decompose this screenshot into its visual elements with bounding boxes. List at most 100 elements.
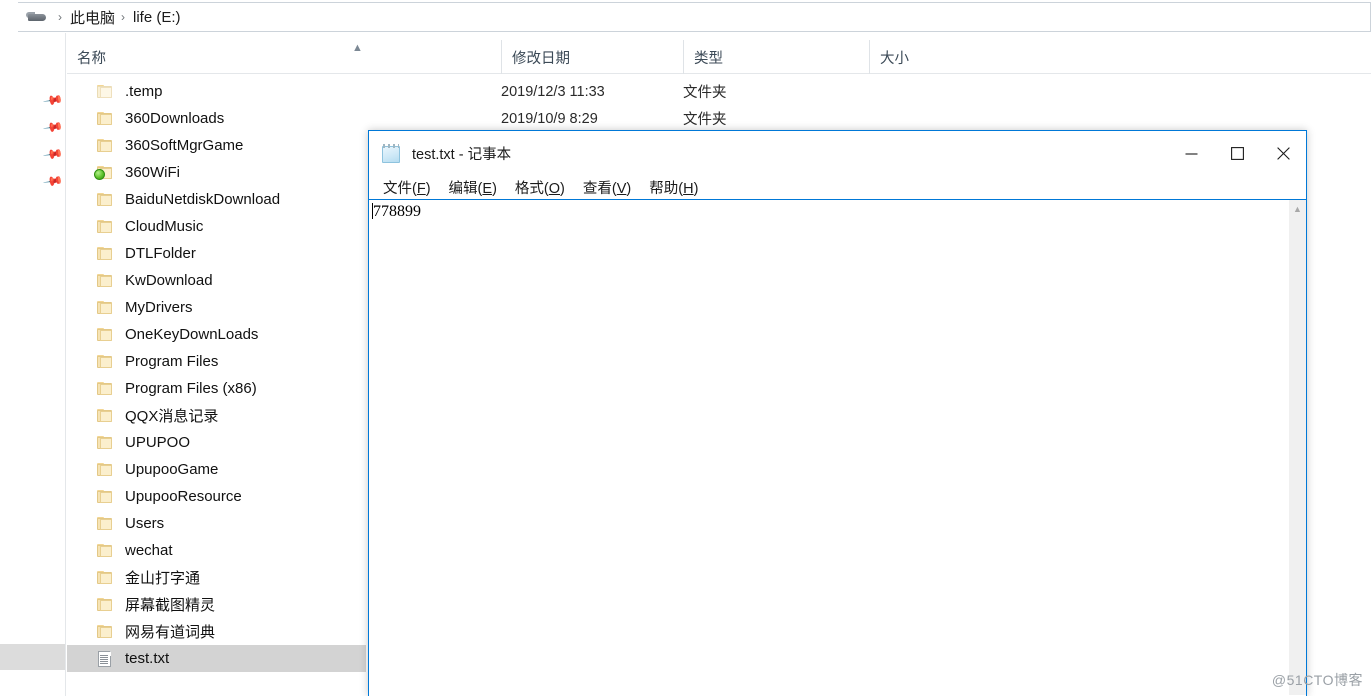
text-file-icon	[97, 650, 114, 667]
notepad-menu-bar[interactable]: 文件(F) 编辑(E) 格式(O) 查看(V) 帮助(H)	[369, 176, 1306, 200]
file-row[interactable]: 360Downloads 2019/10/9 8:29 文件夹	[67, 105, 1371, 132]
folder-icon	[97, 111, 114, 127]
file-name: UpupooGame	[125, 461, 219, 478]
column-header-name-label: 名称	[77, 50, 106, 67]
breadcrumb-separator-1: ›	[121, 10, 126, 24]
folder-icon	[97, 570, 114, 586]
notepad-title-bar[interactable]: test.txt - 记事本	[369, 131, 1306, 176]
folder-icon	[97, 516, 114, 532]
menu-item-h[interactable]: 帮助(H)	[640, 177, 707, 198]
close-button[interactable]	[1260, 131, 1306, 176]
file-name: KwDownload	[125, 272, 213, 289]
file-date-modified: 2019/12/3 11:33	[501, 83, 605, 100]
menu-item-accel: (E)	[477, 181, 497, 197]
menu-item-accel-key: V	[616, 181, 627, 197]
breadcrumb-separator-0: ›	[58, 10, 62, 24]
breadcrumb-item-life-e[interactable]: life (E:)	[133, 9, 181, 26]
chevron-up-icon[interactable]: ▲	[1289, 204, 1306, 214]
folder-icon	[97, 435, 114, 451]
menu-item-label: 文件	[383, 181, 412, 197]
file-name: MyDrivers	[125, 299, 193, 316]
notepad-icon	[381, 143, 402, 164]
file-date-modified: 2019/10/9 8:29	[501, 110, 598, 127]
file-name: OneKeyDownLoads	[125, 326, 259, 343]
file-name: BaiduNetdiskDownload	[125, 191, 281, 208]
file-name: DTLFolder	[125, 245, 196, 262]
file-name: 360Downloads	[125, 110, 225, 127]
file-name: Program Files (x86)	[125, 380, 257, 397]
column-header-date-modified-label: 修改日期	[512, 50, 570, 67]
folder-icon	[97, 381, 114, 397]
menu-item-o[interactable]: 格式(O)	[506, 177, 574, 198]
folder-icon	[97, 354, 114, 370]
column-header-type-label: 类型	[694, 50, 723, 67]
screen: › 此电脑 › life (E:) 📌 📌 📌 📌 nts 片 (C:) ) 名…	[0, 0, 1371, 696]
folder-icon-green-badge	[94, 165, 114, 181]
folder-icon	[97, 597, 114, 613]
file-name: test.txt	[125, 650, 170, 667]
folder-icon	[97, 624, 114, 640]
navigation-pane[interactable]: 📌 📌 📌 📌 nts 片 (C:) )	[0, 33, 66, 696]
file-name: Program Files	[125, 353, 219, 370]
folder-icon-pale	[97, 84, 114, 100]
column-header-name[interactable]: 名称 ▲	[67, 40, 501, 74]
maximize-button[interactable]	[1214, 131, 1260, 176]
folder-icon	[97, 192, 114, 208]
minimize-button[interactable]	[1168, 131, 1214, 176]
file-name: UPUPOO	[125, 434, 191, 451]
folder-icon	[97, 219, 114, 235]
file-name: 金山打字通	[125, 570, 201, 587]
file-type: 文件夹	[683, 112, 727, 128]
menu-item-label: 查看	[582, 181, 612, 197]
column-header-date-modified[interactable]: 修改日期	[501, 40, 683, 74]
pin-icon-0: 📌	[42, 89, 65, 112]
file-name: CloudMusic	[125, 218, 204, 235]
pin-icon-1: 📌	[42, 116, 65, 139]
notepad-window: test.txt - 记事本 文件(F) 编辑(E) 格式(O) 查看(V) 帮助(H)…	[368, 130, 1307, 696]
address-bar[interactable]: › 此电脑 › life (E:)	[18, 2, 1371, 32]
notepad-text-content: 778899	[373, 203, 421, 220]
column-header-size[interactable]: 大小	[869, 40, 996, 74]
menu-item-accel: (O)	[543, 181, 565, 197]
nav-item-selected[interactable]	[0, 644, 65, 670]
menu-item-label: 帮助	[649, 181, 679, 197]
file-name: QQX消息记录	[125, 408, 219, 425]
file-name: wechat	[125, 542, 173, 559]
file-row[interactable]: .temp 2019/12/3 11:33 文件夹	[67, 78, 1371, 105]
file-row[interactable]: test.txt	[67, 645, 366, 672]
file-name: 网易有道词典	[125, 624, 216, 641]
menu-item-label: 格式	[514, 181, 544, 197]
column-header-row: 名称 ▲ 修改日期 类型 大小	[67, 40, 1371, 74]
pin-icon-2: 📌	[42, 143, 65, 166]
folder-icon	[97, 462, 114, 478]
file-name: 360WiFi	[125, 164, 181, 181]
menu-item-label: 编辑	[448, 181, 478, 197]
notepad-vertical-scrollbar[interactable]: ▲	[1288, 200, 1306, 695]
menu-item-f[interactable]: 文件(F)	[374, 177, 440, 198]
file-name: 屏幕截图精灵	[125, 597, 216, 614]
folder-icon	[97, 300, 114, 316]
file-type: 文件夹	[683, 85, 727, 101]
folder-icon	[97, 408, 114, 424]
notepad-title-text: test.txt - 记事本	[412, 147, 512, 163]
menu-item-accel-key: H	[683, 181, 694, 197]
menu-item-v[interactable]: 查看(V)	[574, 177, 640, 198]
file-name: .temp	[125, 83, 163, 100]
watermark: @51CTO博客	[1271, 672, 1363, 688]
notepad-window-controls	[1168, 131, 1306, 176]
menu-item-accel: (F)	[412, 181, 431, 197]
menu-item-accel: (H)	[678, 181, 699, 197]
menu-item-accel: (V)	[611, 181, 632, 197]
folder-icon	[97, 327, 114, 343]
menu-item-e[interactable]: 编辑(E)	[440, 177, 506, 198]
folder-icon	[97, 543, 114, 559]
menu-item-accel-key: E	[482, 181, 493, 197]
column-header-type[interactable]: 类型	[683, 40, 869, 74]
folder-icon	[97, 138, 114, 154]
file-name: 360SoftMgrGame	[125, 137, 244, 154]
folder-icon	[97, 489, 114, 505]
notepad-text-area[interactable]: 778899	[369, 200, 1288, 695]
file-name: UpupooResource	[125, 488, 242, 505]
breadcrumb-item-this-pc[interactable]: 此电脑	[70, 7, 115, 28]
file-name: Users	[125, 515, 165, 532]
